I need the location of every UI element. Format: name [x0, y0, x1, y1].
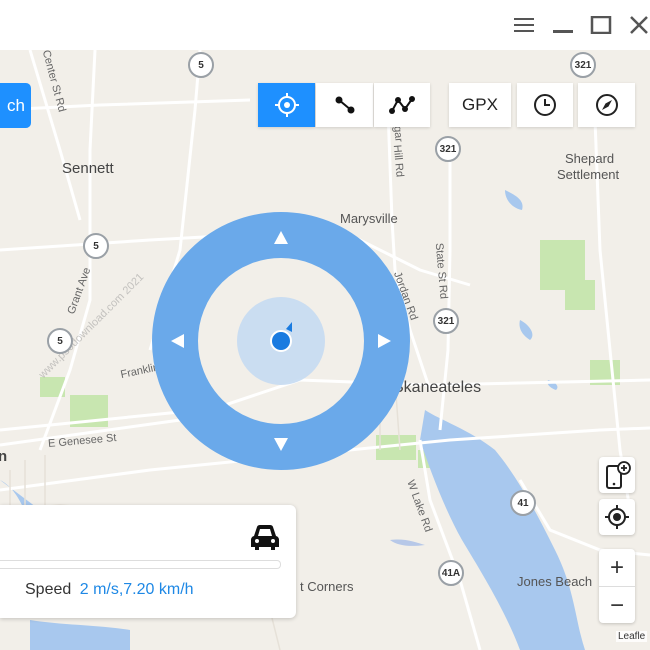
town-settlement: Settlement [557, 167, 620, 182]
town-sennett: Sennett [62, 160, 114, 177]
crosshair-icon [274, 93, 299, 117]
route-shield-321: 321 [433, 308, 459, 334]
multi-spot-mode-button[interactable] [374, 83, 430, 127]
town-left-edge: n [0, 448, 8, 465]
menu-button[interactable] [509, 10, 539, 40]
speed-value: 2 m/s,7.20 km/h [79, 581, 194, 598]
road-gar: gar [391, 125, 405, 143]
speed-panel: Speed 2 m/s,7.20 km/h [0, 505, 296, 618]
route-shield-41: 41 [510, 490, 536, 516]
close-button[interactable] [624, 10, 650, 40]
teleport-mode-button[interactable] [258, 83, 315, 127]
route-shield-321: 321 [435, 136, 461, 162]
speed-slider[interactable] [0, 560, 281, 569]
route-shield-5: 5 [47, 328, 73, 354]
zoom-out-button[interactable]: − [599, 587, 635, 624]
history-button[interactable] [517, 83, 573, 127]
car-icon[interactable] [249, 522, 281, 552]
town-corners: t Corners [300, 579, 354, 594]
zoom-in-button[interactable]: + [599, 549, 635, 587]
menu-icon [514, 18, 534, 32]
speed-label: Speed [25, 581, 72, 598]
town-jones-beach: Jones Beach [517, 574, 593, 589]
joystick[interactable] [150, 210, 412, 472]
minimize-button[interactable] [548, 10, 578, 40]
add-device-button[interactable] [599, 457, 635, 493]
route-shield-321: 321 [570, 52, 596, 78]
route-shield-5: 5 [83, 233, 109, 259]
locate-icon [605, 505, 629, 529]
speed-readout: Speed 2 m/s,7.20 km/h [25, 581, 194, 599]
town-shepard: Shepard [565, 151, 615, 166]
compass-icon [595, 94, 618, 116]
multi-spot-icon [389, 96, 415, 114]
zoom-control: + − [599, 549, 635, 623]
gpx-button[interactable]: GPX [449, 83, 511, 127]
title-bar [0, 0, 650, 50]
search-button[interactable]: ch [0, 83, 31, 128]
locate-button[interactable] [599, 499, 635, 535]
two-spot-mode-button[interactable] [316, 83, 373, 127]
close-icon [630, 16, 648, 34]
location-marker [270, 330, 292, 352]
route-shield-5: 5 [188, 52, 214, 78]
add-device-icon [606, 461, 631, 489]
history-icon [534, 94, 556, 116]
minimize-icon [553, 30, 573, 33]
map-attribution[interactable]: Leafle [616, 631, 648, 642]
maximize-button[interactable] [586, 10, 616, 40]
two-spot-icon [335, 96, 354, 114]
maximize-icon [590, 16, 612, 34]
compass-button[interactable] [578, 83, 635, 127]
route-shield-41a: 41A [438, 560, 464, 586]
